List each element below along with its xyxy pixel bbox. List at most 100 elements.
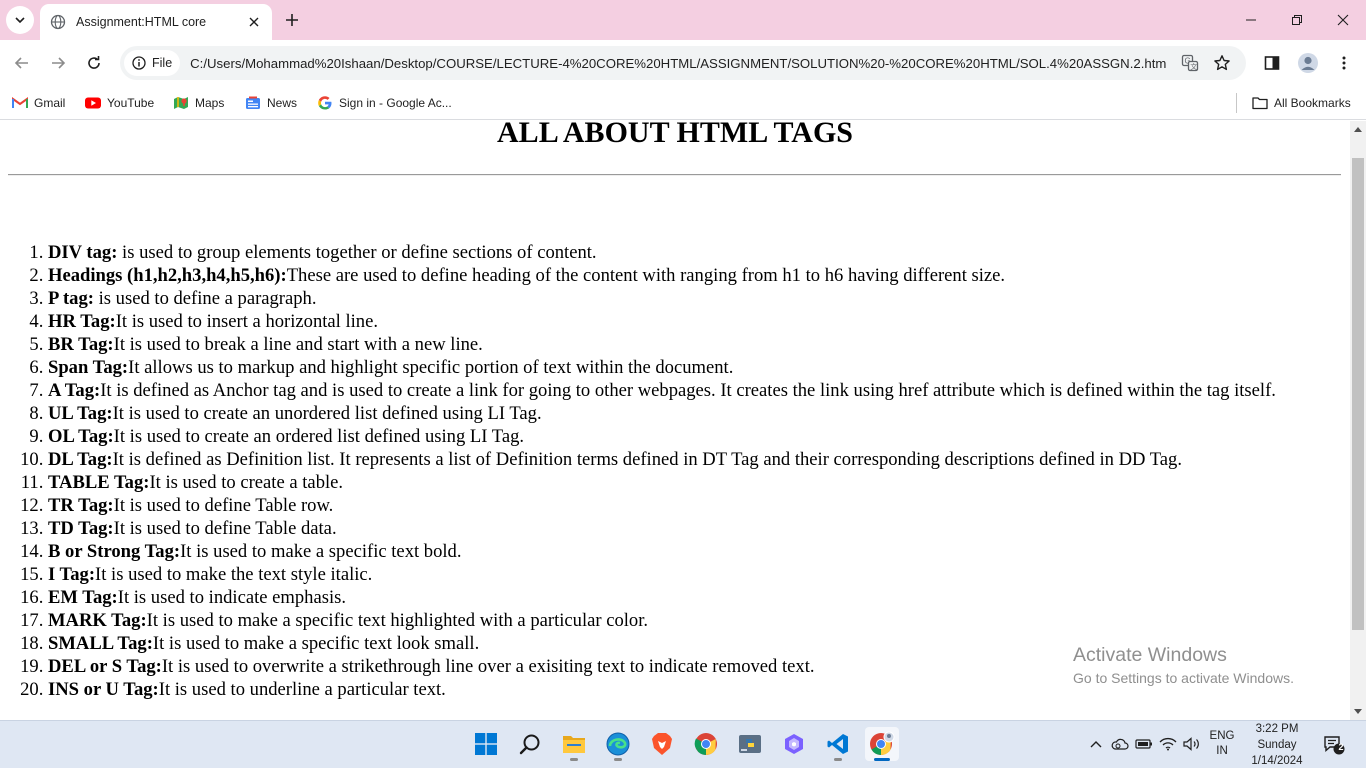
search-button[interactable] xyxy=(513,727,547,761)
volume-tray[interactable] xyxy=(1181,733,1203,755)
copilot-app[interactable] xyxy=(777,727,811,761)
bookmarks-divider xyxy=(1236,93,1237,113)
forward-button[interactable] xyxy=(44,49,72,77)
file-explorer-app[interactable] xyxy=(557,727,591,761)
google-icon xyxy=(317,95,333,111)
tab-search-button[interactable] xyxy=(6,6,34,34)
site-info-chip[interactable]: File xyxy=(124,50,181,76)
region-code: IN xyxy=(1216,745,1228,757)
chrome-icon xyxy=(694,733,717,755)
scroll-up-arrow[interactable] xyxy=(1350,121,1366,137)
speaker-icon xyxy=(1183,737,1199,751)
tag-description: It is used to define Table data. xyxy=(113,518,337,539)
tab-strip: Assignment:HTML core xyxy=(0,0,1366,40)
translate-icon[interactable]: G文 xyxy=(1178,51,1202,75)
all-bookmarks-label: All Bookmarks xyxy=(1274,96,1351,110)
bookmark-news[interactable]: News xyxy=(245,92,297,114)
list-item: TR Tag:It is used to define Table row. xyxy=(48,494,1338,517)
edge-icon xyxy=(606,732,630,756)
input-language-indicator[interactable]: ENG IN xyxy=(1204,729,1240,759)
address-bar[interactable]: File C:/Users/Mohammad%20Ishaan/Desktop/… xyxy=(120,46,1246,80)
youtube-icon xyxy=(85,95,101,111)
restore-button[interactable] xyxy=(1274,0,1320,40)
windows-logo-icon xyxy=(475,733,497,755)
list-item: DIV tag: is used to group elements toget… xyxy=(48,241,1338,264)
maps-icon xyxy=(173,95,189,111)
bookmark-google-signin[interactable]: Sign in - Google Ac... xyxy=(317,92,452,114)
tag-description: It is used to break a line and start wit… xyxy=(113,334,483,355)
copilot-icon xyxy=(785,734,803,754)
chevron-down-icon xyxy=(15,17,25,24)
scrollbar-thumb[interactable] xyxy=(1352,158,1364,630)
site-chip-label: File xyxy=(152,56,173,70)
start-button[interactable] xyxy=(469,727,503,761)
close-tab-icon[interactable] xyxy=(246,14,262,30)
tag-description: is used to define a paragraph. xyxy=(93,288,317,309)
clock-time: 3:22 PM xyxy=(1255,723,1299,735)
tag-description: It is used to make a specific text highl… xyxy=(146,610,649,631)
active-indicator xyxy=(874,758,890,761)
tag-description: It is used to create an ordered list def… xyxy=(113,426,525,447)
tab-active[interactable]: Assignment:HTML core xyxy=(40,4,272,40)
bookmark-label: Maps xyxy=(195,96,225,110)
list-item: P tag: is used to define a paragraph. xyxy=(48,287,1338,310)
profile-avatar[interactable] xyxy=(1294,49,1322,77)
list-item: Span Tag:It allows us to markup and high… xyxy=(48,356,1338,379)
info-icon xyxy=(132,56,146,70)
chrome-app[interactable] xyxy=(689,727,723,761)
bookmark-maps[interactable]: Maps xyxy=(173,92,224,114)
bookmark-youtube[interactable]: YouTube xyxy=(85,92,154,114)
restore-icon xyxy=(1292,15,1302,25)
cloud-sync-icon xyxy=(1111,738,1129,750)
tag-name: MARK Tag: xyxy=(48,610,147,631)
show-hidden-icons[interactable] xyxy=(1085,733,1107,755)
minimize-button[interactable] xyxy=(1228,0,1274,40)
tag-description: It is defined as Definition list. It rep… xyxy=(112,449,1183,470)
tag-name: Span Tag: xyxy=(48,357,129,378)
folder-icon xyxy=(563,736,585,753)
python-app[interactable] xyxy=(733,727,767,761)
close-window-button[interactable] xyxy=(1320,0,1366,40)
onedrive-tray[interactable] xyxy=(1109,733,1131,755)
taskbar-clock[interactable]: 3:22 PM Sunday 1/14/2024 xyxy=(1240,721,1314,768)
vscode-app[interactable] xyxy=(821,727,855,761)
watermark-title: Activate Windows xyxy=(1073,644,1227,666)
list-item: I Tag:It is used to make the text style … xyxy=(48,563,1338,586)
tag-name: EM Tag: xyxy=(48,587,118,608)
reload-button[interactable] xyxy=(80,49,108,77)
page-viewport: ALL ABOUT HTML TAGS DIV tag: is used to … xyxy=(0,121,1350,720)
tag-name: B or Strong Tag: xyxy=(48,541,181,562)
side-panel-icon[interactable] xyxy=(1258,49,1286,77)
chrome-profile-app[interactable] xyxy=(865,727,899,761)
brave-app[interactable] xyxy=(645,727,679,761)
browser-menu-button[interactable] xyxy=(1330,49,1358,77)
horizontal-rule xyxy=(8,174,1341,176)
chrome-profile-icon xyxy=(870,731,895,755)
battery-tray[interactable] xyxy=(1133,733,1155,755)
notification-center-button[interactable]: 2 xyxy=(1322,733,1346,757)
tag-description: It is used to overwrite a strikethrough … xyxy=(161,656,815,677)
tag-name: TABLE Tag: xyxy=(48,472,150,493)
tag-description: It is used to underline a particular tex… xyxy=(158,679,446,700)
bookmark-star-icon[interactable] xyxy=(1210,51,1234,75)
language-code: ENG xyxy=(1209,730,1235,742)
back-button[interactable] xyxy=(8,49,36,77)
activate-windows-watermark: Activate Windows Go to Settings to activ… xyxy=(1073,643,1294,689)
tag-name: TR Tag: xyxy=(48,495,114,516)
edge-app[interactable] xyxy=(601,727,635,761)
tag-description: It is used to define Table row. xyxy=(113,495,334,516)
plus-icon xyxy=(286,14,298,26)
list-item: A Tag:It is defined as Anchor tag and is… xyxy=(48,379,1338,402)
tag-name: HR Tag: xyxy=(48,311,116,332)
tag-description: It is used to create an unordered list d… xyxy=(112,403,542,424)
network-tray[interactable] xyxy=(1157,733,1179,755)
tag-name: DIV tag: xyxy=(48,242,118,263)
all-bookmarks-button[interactable]: All Bookmarks xyxy=(1252,92,1351,114)
caret-up-icon xyxy=(1354,127,1362,132)
list-item: TD Tag:It is used to define Table data. xyxy=(48,517,1338,540)
page-scrollbar[interactable] xyxy=(1350,121,1366,720)
tag-description: It is used to make a specific text bold. xyxy=(180,541,462,562)
bookmark-gmail[interactable]: Gmail xyxy=(12,92,65,114)
scroll-down-arrow[interactable] xyxy=(1350,704,1366,720)
new-tab-button[interactable] xyxy=(280,8,304,32)
